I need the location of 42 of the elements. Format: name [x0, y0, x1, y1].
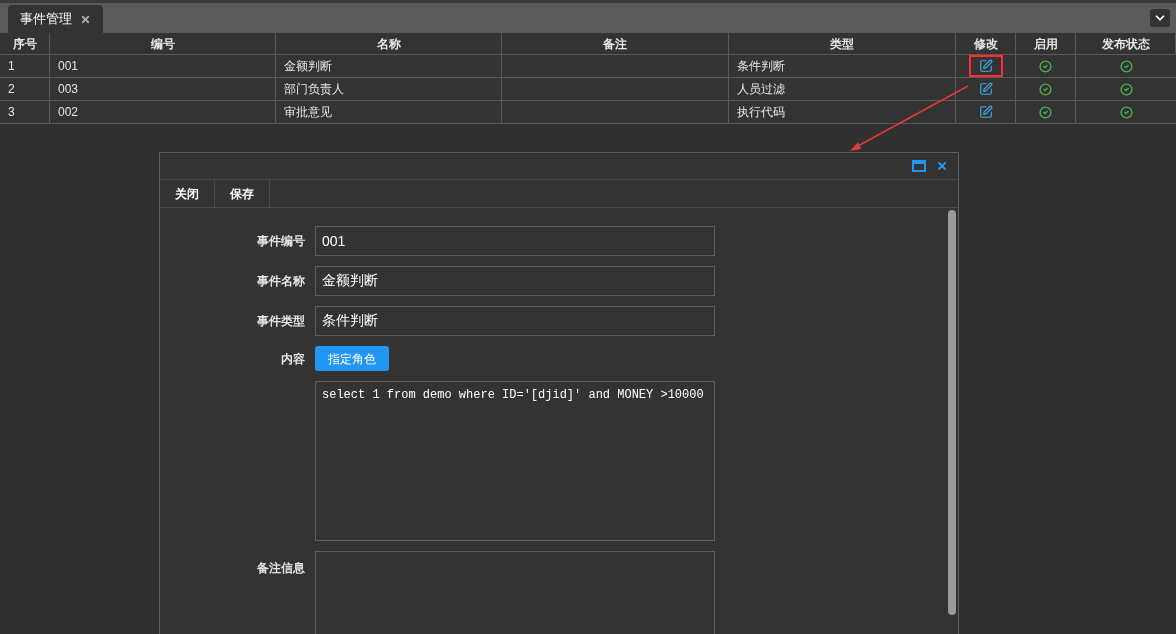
column-header: 名称 [276, 33, 502, 54]
code-editor[interactable]: select 1 from demo where ID='[djid]' and MONEY >10000 [315, 381, 715, 541]
field-label: 事件编号 [257, 233, 305, 250]
table-cell-text: 部门负责人 [284, 81, 344, 98]
field-label: 内容 [281, 350, 305, 368]
field-label: 事件类型 [257, 313, 305, 330]
scrollbar[interactable] [948, 210, 956, 615]
table-cell-text: 金额判断 [284, 58, 332, 75]
toolbar-button[interactable]: 保存 [215, 180, 270, 207]
column-header: 修改 [956, 33, 1016, 54]
table-cell-text: 002 [58, 104, 79, 121]
table-cell-text: 1 [8, 58, 15, 75]
table-cell-text: 2 [8, 81, 15, 98]
column-header: 启用 [1016, 33, 1076, 54]
column-header: 备注 [502, 33, 729, 54]
toolbar-button[interactable]: 关闭 [160, 180, 215, 207]
column-header: 类型 [729, 33, 956, 54]
column-header: 发布状态 [1076, 33, 1176, 54]
text-field[interactable]: 001 [315, 226, 715, 256]
table-cell-text: 审批意见 [284, 104, 332, 121]
column-header: 编号 [50, 33, 276, 54]
table-cell-text: 003 [58, 81, 79, 98]
table-cell-text: 执行代码 [737, 104, 785, 121]
field-label: 备注信息 [257, 560, 305, 577]
table-cell-text: 001 [58, 58, 79, 75]
field-label: 事件名称 [257, 273, 305, 290]
dropdown-button[interactable] [1150, 9, 1170, 27]
edit-button[interactable] [968, 55, 1003, 77]
tab-label: 事件管理 [20, 10, 72, 29]
table-cell-text: 3 [8, 104, 15, 121]
column-header: 序号 [0, 33, 50, 54]
tab[interactable]: 事件管理 [8, 5, 103, 33]
edit-icon [978, 105, 993, 119]
edit-icon [978, 82, 993, 96]
table-cell-text: 条件判断 [737, 58, 785, 75]
close-icon[interactable] [80, 13, 91, 25]
text-field[interactable]: 条件判断 [315, 306, 715, 336]
edit-icon [978, 59, 993, 73]
maximize-icon[interactable] [912, 160, 926, 172]
text-field[interactable]: 金额判断 [315, 266, 715, 296]
table-cell-text: 人员过滤 [737, 81, 785, 98]
close-icon[interactable] [936, 160, 948, 172]
